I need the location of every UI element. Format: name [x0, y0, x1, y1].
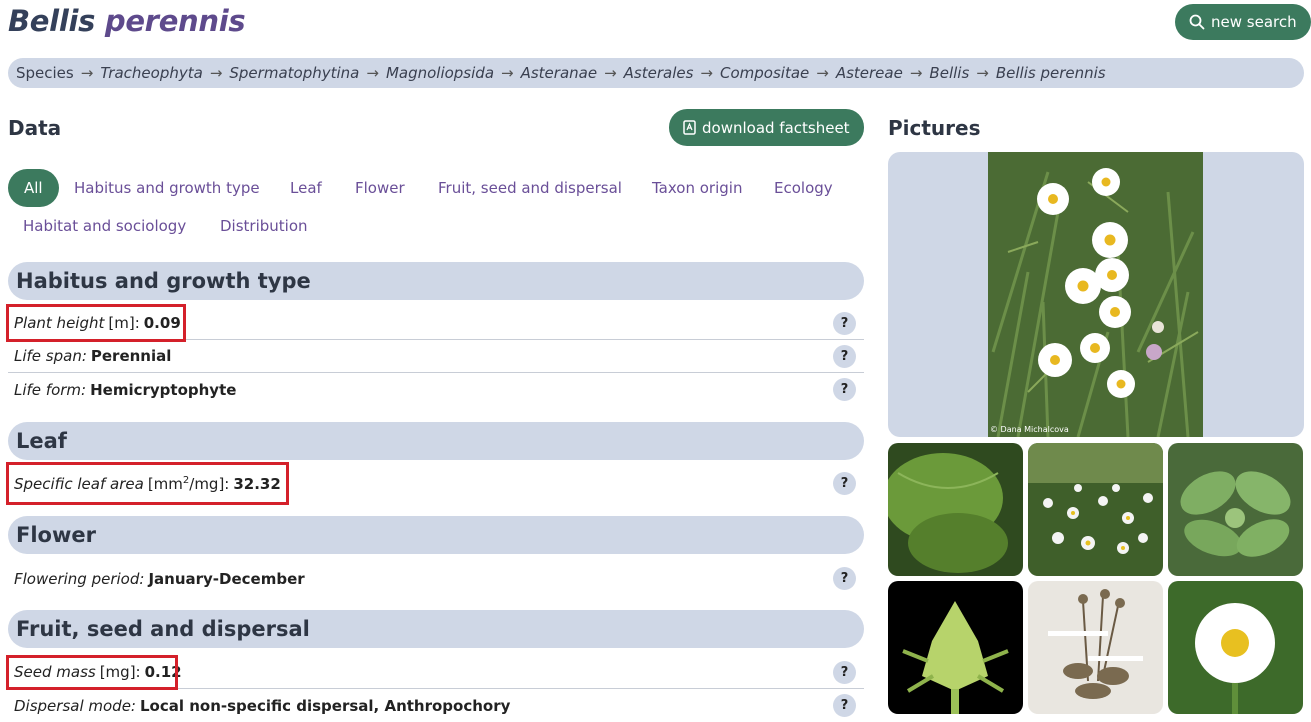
help-button[interactable]: ? [833, 312, 856, 335]
thumbnail-rosette[interactable] [1168, 443, 1303, 576]
pdf-file-icon [683, 120, 696, 135]
section-fruit-seed: Fruit, seed and dispersal [8, 610, 864, 648]
breadcrumb-separator: → [909, 64, 923, 82]
breadcrumb-separator: → [604, 64, 617, 82]
filter-fruit-seed[interactable]: Fruit, seed and dispersal [422, 169, 638, 207]
filter-habitus[interactable]: Habitus and growth type [58, 169, 276, 207]
trait-value: Local non-specific dispersal, Anthropoch… [140, 696, 511, 715]
filter-leaf[interactable]: Leaf [274, 169, 338, 207]
help-button[interactable]: ? [833, 345, 856, 368]
breadcrumb-separator: → [209, 64, 223, 82]
breadcrumb-item[interactable]: Species [16, 64, 74, 82]
breadcrumb-separator: → [816, 64, 829, 82]
breadcrumb-item[interactable]: Astereae [836, 64, 903, 82]
pictures-heading: Pictures [888, 116, 981, 140]
trait-label: Life span: [14, 347, 87, 365]
download-factsheet-button[interactable]: download factsheet [669, 109, 864, 146]
main-daisy-photo[interactable] [988, 152, 1203, 437]
trait-label: Flowering period: [14, 569, 145, 588]
breadcrumb-item[interactable]: Bellis [929, 64, 969, 82]
page-title: Bellis perennis [8, 4, 246, 38]
breadcrumb-separator: → [700, 64, 713, 82]
filter-all[interactable]: All [8, 169, 59, 207]
main-picture-frame: © Dana Michalcova [888, 152, 1304, 437]
thumbnail-daisy-flower[interactable] [1168, 581, 1303, 714]
filter-ecology[interactable]: Ecology [758, 169, 849, 207]
species-genus: Bellis [8, 4, 96, 38]
thumbnail-herbarium[interactable] [1028, 581, 1163, 714]
new-search-label: new search [1211, 13, 1297, 31]
trait-dispersal-mode: Dispersal mode: Local non-specific dispe… [8, 689, 864, 722]
breadcrumb-item[interactable]: Tracheophyta [100, 64, 203, 82]
trait-flowering-period: Flowering period: January-December ? [8, 562, 864, 595]
photo-credit: © Dana Michalcova [990, 425, 1069, 434]
breadcrumb-item[interactable]: Asterales [624, 64, 694, 82]
filter-flower[interactable]: Flower [339, 169, 421, 207]
breadcrumb-item[interactable]: Spermatophytina [229, 64, 359, 82]
search-icon [1189, 14, 1205, 30]
highlight-box [6, 462, 289, 505]
filter-distribution[interactable]: Distribution [204, 207, 324, 245]
help-button[interactable]: ? [833, 567, 856, 590]
trait-value: Hemicryptophyte [90, 380, 237, 399]
trait-life-form: Life form: Hemicryptophyte ? [8, 373, 864, 406]
filter-habitat[interactable]: Habitat and sociology [7, 207, 202, 245]
thumbnail-leaf-closeup[interactable] [888, 443, 1023, 576]
breadcrumb-item[interactable]: Magnoliopsida [386, 64, 494, 82]
section-flower: Flower [8, 516, 864, 554]
breadcrumb-item[interactable]: Asteranae [521, 64, 597, 82]
trait-value: Perennial [90, 347, 172, 365]
section-leaf: Leaf [8, 422, 864, 460]
data-heading: Data [8, 116, 62, 140]
section-habitus: Habitus and growth type [8, 262, 864, 300]
trait-value: January-December [148, 569, 305, 588]
new-search-button[interactable]: new search [1175, 4, 1311, 40]
help-button[interactable]: ? [833, 472, 856, 495]
filter-taxon-origin[interactable]: Taxon origin [636, 169, 758, 207]
breadcrumb-separator: → [80, 64, 94, 82]
breadcrumb-item[interactable]: Compositae [720, 64, 809, 82]
help-button[interactable]: ? [833, 694, 856, 717]
thumbnail-flower-bud[interactable] [888, 581, 1023, 714]
breadcrumb-separator: → [366, 64, 379, 82]
breadcrumb-current: Bellis perennis [995, 64, 1106, 82]
breadcrumb-separator: → [976, 64, 989, 82]
trait-label: Dispersal mode: [14, 696, 136, 715]
breadcrumb-separator: → [501, 64, 514, 82]
breadcrumb: Species → Tracheophyta → Spermatophytina → … [8, 58, 1304, 88]
highlight-box [6, 655, 178, 690]
help-button[interactable]: ? [833, 378, 856, 401]
thumbnail-daisy-meadow[interactable] [1028, 443, 1163, 576]
highlight-box [6, 304, 186, 342]
trait-label: Life form: [14, 380, 87, 399]
help-button[interactable]: ? [833, 661, 856, 684]
trait-life-span: Life span: Perennial ? [8, 340, 864, 373]
download-factsheet-label: download factsheet [702, 118, 850, 137]
species-epithet: perennis [104, 4, 246, 38]
